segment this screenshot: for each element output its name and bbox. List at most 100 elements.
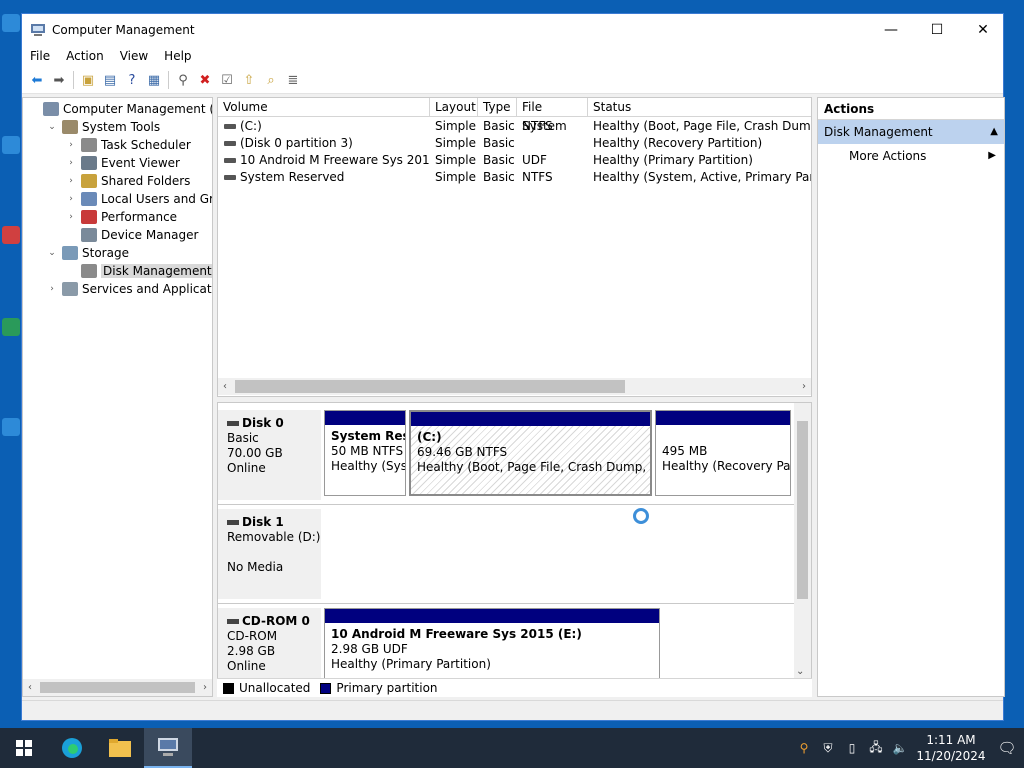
tree-shared-folders[interactable]: › Shared Folders	[65, 172, 190, 190]
table-row[interactable]: (Disk 0 partition 3) Simple Basic Healthy (…	[218, 135, 811, 152]
expand-down-icon[interactable]: ⌄	[46, 248, 58, 258]
tree-performance[interactable]: › Performance	[65, 208, 177, 226]
close-button[interactable]: ✕	[960, 14, 1006, 45]
computer-management-window: Computer Management — ☐ ✕ File Action Vi…	[21, 13, 1005, 721]
expand-right-icon[interactable]: ›	[65, 194, 77, 204]
storage-icon	[62, 246, 78, 260]
tree-item-label: Event Viewer	[101, 156, 180, 170]
tree-system-tools[interactable]: ⌄ System Tools	[46, 118, 160, 136]
disk-icon	[227, 520, 239, 525]
submenu-arrow-icon: ▶	[988, 150, 996, 161]
check-icon[interactable]: ☑	[216, 69, 238, 91]
scroll-thumb[interactable]	[235, 380, 625, 393]
expand-right-icon[interactable]: ›	[65, 140, 77, 150]
edge-taskbar-button[interactable]	[48, 728, 96, 768]
col-status[interactable]: Status	[588, 98, 811, 117]
disk-label[interactable]: Disk 0 Basic 70.00 GB Online	[218, 410, 321, 500]
partition-size: 2.98 GB UDF	[331, 642, 408, 656]
scroll-thumb[interactable]	[797, 421, 808, 599]
security-shield-icon[interactable]: ⛨	[816, 741, 840, 756]
more-actions-item[interactable]: More Actions ▶	[818, 144, 1004, 168]
menu-view[interactable]: View	[112, 49, 156, 63]
local-users-icon	[81, 192, 97, 206]
clock[interactable]: 1:11 AM 11/20/2024	[912, 732, 990, 764]
computer-management-taskbar-button[interactable]	[144, 728, 192, 768]
up-folder-icon[interactable]: ▣	[77, 69, 99, 91]
search-icon[interactable]: ⚲	[792, 741, 816, 755]
forward-arrow-icon[interactable]: ➡	[48, 69, 70, 91]
table-cell: Simple	[435, 170, 476, 184]
scroll-left-icon[interactable]: ‹	[218, 381, 232, 392]
usb-device-icon[interactable]: ▯	[840, 741, 864, 755]
col-layout[interactable]: Layout	[430, 98, 478, 117]
scroll-thumb[interactable]	[40, 682, 195, 693]
file-explorer-taskbar-button[interactable]	[96, 728, 144, 768]
partition-size: 495 MB	[662, 444, 708, 458]
partition[interactable]: (C:) 69.46 GB NTFS Healthy (Boot, Page Fil…	[409, 410, 652, 496]
partition-title: System Rese	[331, 429, 405, 443]
table-cell: System Reserved	[240, 170, 345, 184]
expand-right-icon[interactable]: ›	[46, 284, 58, 294]
disk-volume-icon	[224, 175, 236, 180]
back-arrow-icon[interactable]: ⬅	[26, 69, 48, 91]
expand-down-icon[interactable]: ⌄	[46, 122, 58, 132]
tree-local-users[interactable]: › Local Users and Groups	[65, 190, 212, 208]
notifications-icon[interactable]: 🗨	[990, 739, 1024, 757]
menu-help[interactable]: Help	[156, 49, 199, 63]
minimize-button[interactable]: —	[868, 14, 914, 45]
partition[interactable]: 495 MB Healthy (Recovery Parti	[655, 410, 791, 496]
network-icon[interactable]: 🖧	[864, 738, 888, 759]
collapse-up-icon[interactable]: ▲	[990, 120, 998, 144]
show-hide-tree-icon[interactable]: ▤	[99, 69, 121, 91]
partition[interactable]: System Rese50 MB NTFSHealthy (Syst	[324, 410, 406, 496]
tree-disk-management[interactable]: Disk Management	[65, 262, 212, 280]
expand-right-icon[interactable]: ›	[65, 158, 77, 168]
scroll-right-icon[interactable]: ›	[797, 381, 811, 392]
tree-services-applications[interactable]: › Services and Applications	[46, 280, 212, 298]
volume-muted-icon[interactable]: 🔈	[888, 741, 912, 755]
scroll-right-icon[interactable]: ›	[198, 682, 212, 693]
table-row[interactable]: (C:) Simple Basic NTFS Healthy (Boot, Page F…	[218, 118, 811, 135]
tree-computer-management[interactable]: Computer Management (Local	[27, 100, 212, 118]
expand-right-icon[interactable]: ›	[65, 176, 77, 186]
col-file-system[interactable]: File System	[517, 98, 588, 133]
edge-icon	[62, 738, 82, 758]
maximize-button[interactable]: ☐	[914, 14, 960, 45]
start-button[interactable]	[0, 728, 48, 768]
tree-storage[interactable]: ⌄ Storage	[46, 244, 129, 262]
delete-icon[interactable]: ✖	[194, 69, 216, 91]
menu-action[interactable]: Action	[58, 49, 112, 63]
actions-section-disk-management[interactable]: Disk Management ▲	[818, 120, 1004, 144]
col-type[interactable]: Type	[478, 98, 517, 117]
table-row[interactable]: 10 Android M Freeware Sys 2015 (E:) Simpl…	[218, 152, 811, 169]
expand-right-icon[interactable]: ›	[65, 212, 77, 222]
scroll-down-icon[interactable]: ⌄	[796, 666, 804, 677]
tree-horizontal-scrollbar[interactable]: ‹ ›	[23, 679, 212, 696]
table-cell: Simple	[435, 119, 476, 133]
table-row[interactable]: System Reserved Simple Basic NTFS Healthy (S…	[218, 169, 811, 186]
tree-device-manager[interactable]: Device Manager	[65, 226, 198, 244]
search-folder-icon[interactable]: ⌕	[260, 69, 282, 91]
disk-label[interactable]: Disk 1 Removable (D:) No Media	[218, 509, 321, 599]
disk-label[interactable]: CD-ROM 0 CD-ROM 2.98 GB Online	[218, 608, 321, 680]
volume-list: Volume Layout Type File System Status (C…	[217, 97, 812, 397]
console-icon[interactable]: ▦	[143, 69, 165, 91]
help-icon[interactable]: ?	[121, 69, 143, 91]
disk-separator	[218, 504, 794, 505]
tree-task-scheduler[interactable]: › Task Scheduler	[65, 136, 191, 154]
tree-event-viewer[interactable]: › Event Viewer	[65, 154, 180, 172]
disk-name: Disk 1	[242, 515, 284, 529]
partition[interactable]: 10 Android M Freeware Sys 2015 (E:) 2.98 …	[324, 608, 660, 680]
menu-file[interactable]: File	[22, 49, 58, 63]
table-cell: Healthy (Recovery Partition)	[593, 136, 763, 150]
connect-icon[interactable]: ⚲	[172, 69, 194, 91]
scroll-left-icon[interactable]: ‹	[23, 682, 37, 693]
properties-icon[interactable]: ≣	[282, 69, 304, 91]
title-bar: Computer Management — ☐ ✕	[22, 14, 1003, 45]
system-tools-icon	[62, 120, 78, 134]
partition-bar	[656, 411, 790, 425]
col-volume[interactable]: Volume	[218, 98, 430, 117]
export-icon[interactable]: ⇧	[238, 69, 260, 91]
volume-horizontal-scrollbar[interactable]: ‹ ›	[218, 378, 811, 395]
disk-vertical-scrollbar[interactable]: ⌄	[794, 403, 811, 678]
